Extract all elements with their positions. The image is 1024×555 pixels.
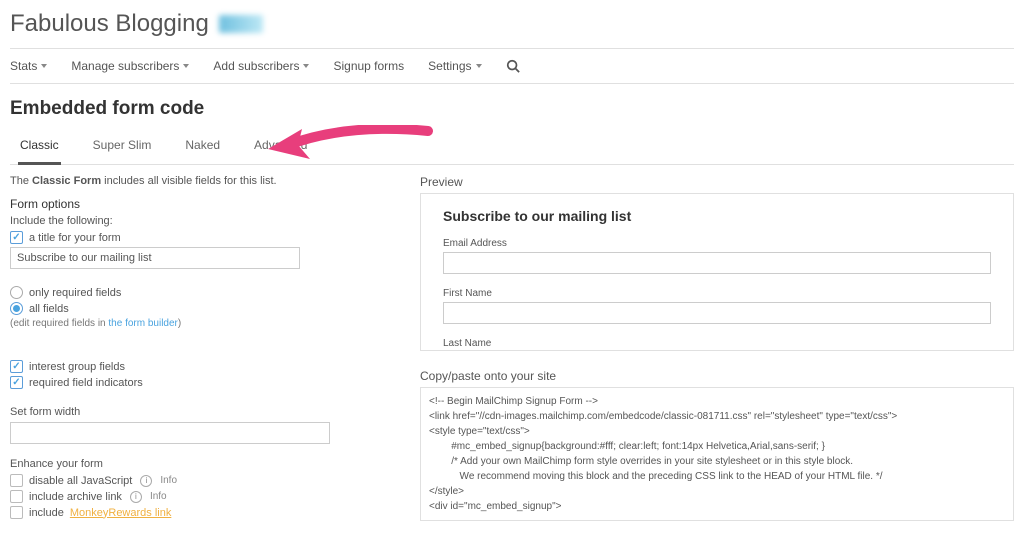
nav-settings[interactable]: Settings <box>428 59 481 73</box>
radio-all-fields-label: all fields <box>29 303 69 315</box>
chevron-down-icon <box>41 64 47 68</box>
tab-advanced[interactable]: Advanced <box>252 130 309 164</box>
preview-email-label: Email Address <box>443 238 991 249</box>
nav-manage-subscribers[interactable]: Manage subscribers <box>71 59 189 73</box>
code-line: </style> <box>429 486 464 497</box>
code-heading: Copy/paste onto your site <box>420 369 1014 383</box>
preview-heading: Preview <box>420 175 1014 189</box>
left-column: The Classic Form includes all visible fi… <box>10 175 400 522</box>
form-width-input[interactable] <box>10 422 330 444</box>
checkbox-required-indicators-label: required field indicators <box>29 377 143 389</box>
tab-classic[interactable]: Classic <box>18 130 61 165</box>
preview-email-input[interactable] <box>443 252 991 274</box>
info-text: Info <box>150 491 167 502</box>
chevron-down-icon <box>183 64 189 68</box>
edit-fields-note: (edit required fields in the form builde… <box>10 318 390 329</box>
nav-label: Signup forms <box>333 59 404 73</box>
nav-label: Add subscribers <box>213 59 299 73</box>
nav-add-subscribers[interactable]: Add subscribers <box>213 59 309 73</box>
preview-firstname-label: First Name <box>443 288 991 299</box>
intro-suffix: includes all visible fields for this lis… <box>101 175 276 187</box>
chevron-down-icon <box>476 64 482 68</box>
width-label: Set form width <box>10 406 390 418</box>
disable-js-row: disable all JavaScript i Info <box>10 474 390 487</box>
info-icon[interactable]: i <box>130 491 142 503</box>
checkbox-disable-js[interactable] <box>10 474 23 487</box>
code-line: We recommend moving this block and the p… <box>429 471 883 482</box>
interest-group-row: interest group fields <box>10 360 390 373</box>
note-prefix: (edit required fields in <box>10 318 108 329</box>
code-line: <style type="text/css"> <box>429 426 530 437</box>
intro-text: The Classic Form includes all visible fi… <box>10 175 390 187</box>
nav-stats[interactable]: Stats <box>10 59 47 73</box>
nav-label: Settings <box>428 59 471 73</box>
navbar: Stats Manage subscribers Add subscribers… <box>10 49 1014 84</box>
search-icon[interactable] <box>506 59 520 73</box>
tabs: Classic Super Slim Naked Advanced <box>10 130 1014 165</box>
checkbox-interest-group-label: interest group fields <box>29 361 125 373</box>
content: The Classic Form includes all visible fi… <box>10 175 1014 522</box>
form-builder-link[interactable]: the form builder <box>108 318 177 329</box>
checkbox-archive-link-label: include archive link <box>29 491 122 503</box>
preview-firstname-input[interactable] <box>443 302 991 324</box>
code-line: #mc_embed_signup{background:#fff; clear:… <box>429 441 825 452</box>
title-checkbox-row: a title for your form <box>10 231 390 244</box>
preview-box: Subscribe to our mailing list Email Addr… <box>420 193 1014 351</box>
radio-only-required[interactable] <box>10 286 23 299</box>
intro-bold: Classic Form <box>32 175 101 187</box>
site-name: Fabulous Blogging <box>10 10 209 38</box>
radio-only-required-row: only required fields <box>10 286 390 299</box>
preview-title: Subscribe to our mailing list <box>443 208 991 224</box>
checkbox-interest-group[interactable] <box>10 360 23 373</box>
archive-link-row: include archive link i Info <box>10 490 390 503</box>
nav-signup-forms[interactable]: Signup forms <box>333 59 404 73</box>
blurred-badge <box>219 15 263 33</box>
code-line: <div id="mc_embed_signup"> <box>429 501 561 512</box>
required-indicators-row: required field indicators <box>10 376 390 389</box>
info-icon[interactable]: i <box>140 475 152 487</box>
nav-label: Manage subscribers <box>71 59 179 73</box>
note-suffix: ) <box>178 318 181 329</box>
code-line: <!-- Begin MailChimp Signup Form --> <box>429 396 598 407</box>
code-box[interactable]: <!-- Begin MailChimp Signup Form --> <li… <box>420 387 1014 521</box>
checkbox-title-label: a title for your form <box>29 232 121 244</box>
checkbox-required-indicators[interactable] <box>10 376 23 389</box>
monkey-prefix: include <box>29 507 64 519</box>
checkbox-archive-link[interactable] <box>10 490 23 503</box>
checkbox-title[interactable] <box>10 231 23 244</box>
checkbox-disable-js-label: disable all JavaScript <box>29 475 132 487</box>
code-line: <link href="//cdn-images.mailchimp.com/e… <box>429 411 897 422</box>
radio-all-fields-row: all fields <box>10 302 390 315</box>
form-title-input[interactable] <box>10 247 300 269</box>
chevron-down-icon <box>303 64 309 68</box>
include-label: Include the following: <box>10 215 390 227</box>
page-title: Embedded form code <box>10 98 1014 120</box>
monkeyrewards-link[interactable]: MonkeyRewards link <box>70 507 171 519</box>
enhance-label: Enhance your form <box>10 458 390 470</box>
nav-label: Stats <box>10 59 37 73</box>
form-options-heading: Form options <box>10 197 390 211</box>
info-text: Info <box>160 475 177 486</box>
tab-naked[interactable]: Naked <box>183 130 222 164</box>
right-column: Preview Subscribe to our mailing list Em… <box>420 175 1014 522</box>
tab-super-slim[interactable]: Super Slim <box>91 130 154 164</box>
header: Fabulous Blogging <box>10 10 1014 49</box>
intro-prefix: The <box>10 175 32 187</box>
monkeyrewards-row: include MonkeyRewards link <box>10 506 390 519</box>
checkbox-monkeyrewards[interactable] <box>10 506 23 519</box>
code-line: /* Add your own MailChimp form style ove… <box>429 456 853 467</box>
radio-only-required-label: only required fields <box>29 287 121 299</box>
radio-all-fields[interactable] <box>10 302 23 315</box>
preview-lastname-label: Last Name <box>443 338 991 349</box>
